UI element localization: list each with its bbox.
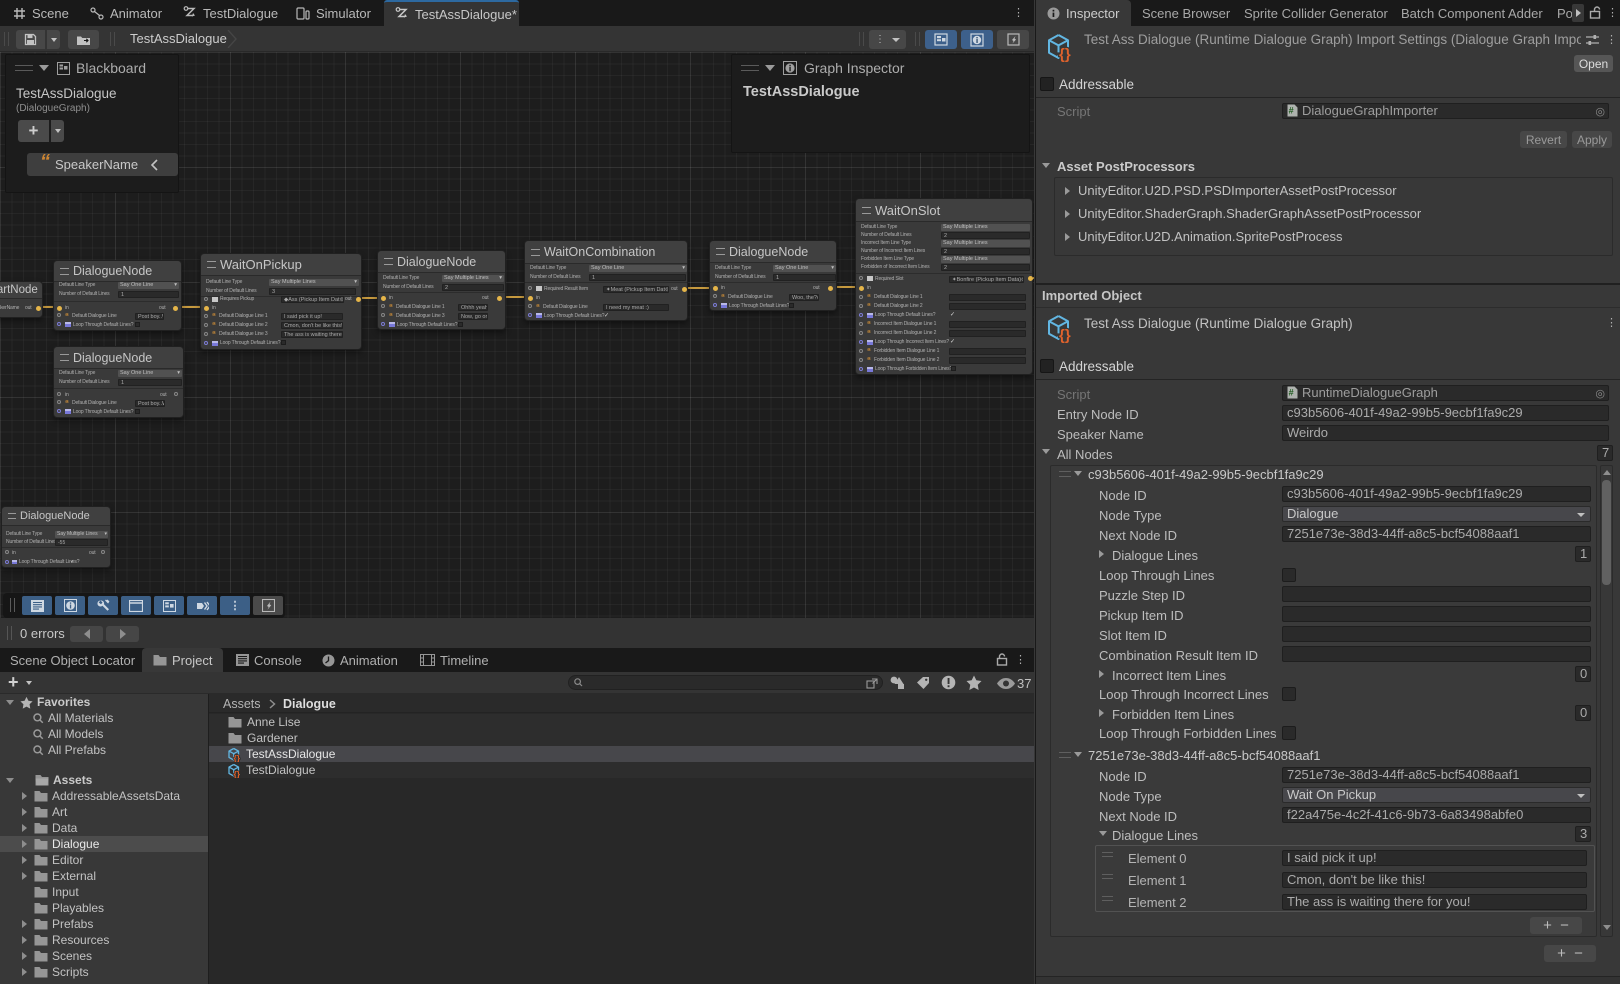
svg-text:#: #: [1289, 388, 1294, 398]
svg-text:#: #: [1289, 106, 1294, 116]
svg-text:{}: {}: [1059, 327, 1071, 343]
svg-text:{}: {}: [234, 753, 241, 762]
svg-text:{}: {}: [1059, 46, 1071, 62]
svg-text:{}: {}: [234, 769, 241, 778]
